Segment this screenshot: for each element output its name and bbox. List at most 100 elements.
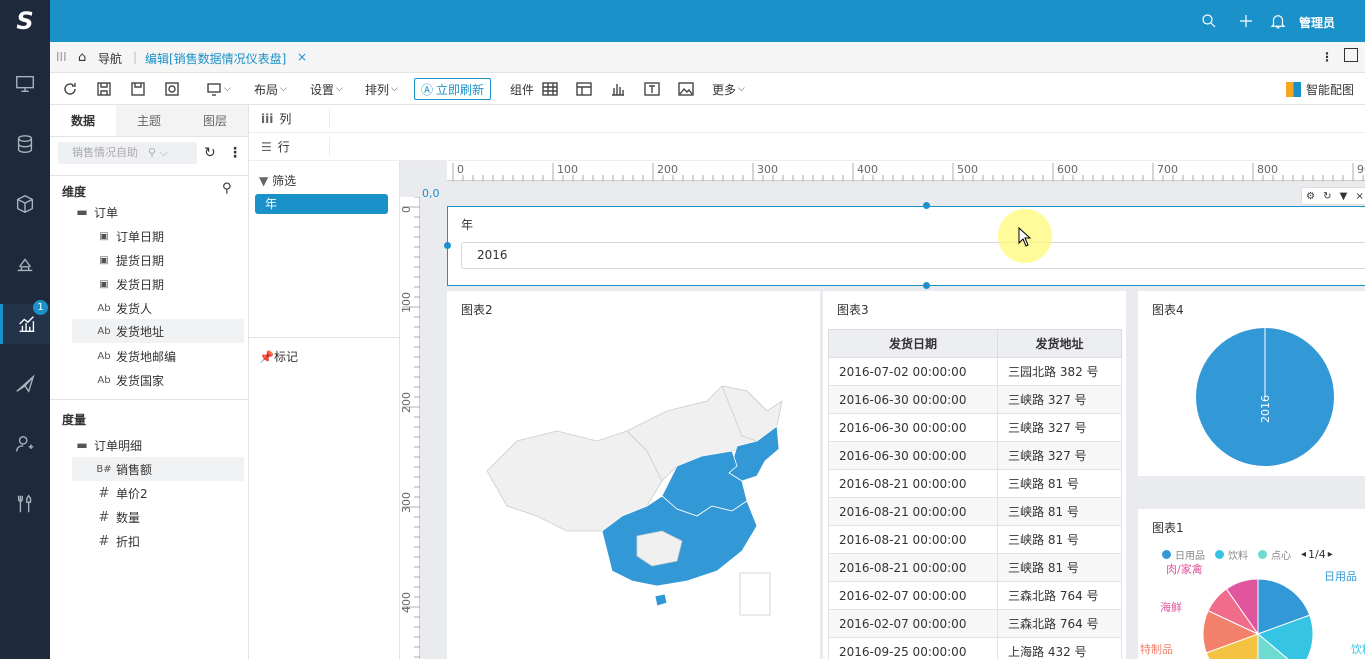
more-menu[interactable]: 更多 ⌵ bbox=[712, 79, 745, 99]
close-small-icon[interactable]: × bbox=[1356, 191, 1364, 202]
table-row[interactable]: 2016-06-30 00:00:00 三峡路 327 号 bbox=[827, 385, 1122, 414]
table-row[interactable]: 2016-08-21 00:00:00 三峡路 81 号 bbox=[827, 525, 1122, 554]
cube-icon[interactable] bbox=[0, 184, 50, 224]
bell-icon[interactable] bbox=[1269, 12, 1287, 30]
database-icon[interactable] bbox=[0, 124, 50, 164]
device-dropdown[interactable]: ⌵ bbox=[206, 79, 231, 99]
measure-field-icon: # bbox=[98, 533, 110, 549]
field-discount[interactable]: # 折扣 bbox=[72, 530, 244, 552]
monitor-icon[interactable] bbox=[0, 64, 50, 104]
table-row[interactable]: 2016-09-25 00:00:00 上海路 432 号 bbox=[827, 637, 1122, 659]
settings-menu[interactable]: 设置 ⌵ bbox=[310, 79, 343, 99]
table-icon[interactable] bbox=[542, 79, 558, 99]
table-row[interactable]: 2016-08-21 00:00:00 三峡路 81 号 bbox=[827, 497, 1122, 526]
tab-editor[interactable]: 编辑[销售数据情况仪表盘] bbox=[145, 50, 286, 67]
filter-chip-year[interactable]: 年 bbox=[255, 194, 388, 214]
field-ship-date[interactable]: ▣ 发货日期 bbox=[72, 273, 244, 295]
table-row[interactable]: 2016-06-30 00:00:00 三峡路 327 号 bbox=[827, 413, 1122, 442]
resize-handle[interactable] bbox=[923, 202, 930, 209]
table-row[interactable]: 2016-08-21 00:00:00 三峡路 81 号 bbox=[827, 553, 1122, 582]
sync-icon[interactable]: ↻ bbox=[204, 145, 216, 161]
field-label: 发货地邮编 bbox=[116, 349, 177, 364]
layout-menu[interactable]: 布局 ⌵ bbox=[254, 79, 287, 99]
field-ship-zip[interactable]: Ab 发货地邮编 bbox=[72, 345, 244, 367]
table-row[interactable]: 2016-08-21 00:00:00 三峡路 81 号 bbox=[827, 469, 1122, 498]
smart-chart-button[interactable]: 智能配图 bbox=[1286, 79, 1354, 99]
home-icon[interactable]: ⌂ bbox=[78, 50, 86, 65]
cell-ship-date: 2016-06-30 00:00:00 bbox=[827, 441, 999, 470]
table-row[interactable]: 2016-02-07 00:00:00 三森北路 764 号 bbox=[827, 609, 1122, 638]
kebab-icon[interactable]: ⋮ bbox=[228, 145, 242, 161]
refresh-now-button[interactable]: Ⓐ 立即刷新 bbox=[414, 78, 492, 100]
chart4-pie[interactable]: 图表4 2016 bbox=[1138, 291, 1365, 476]
chart3-table[interactable]: 图表3 发货日期 发货地址 2016-07-02 00:00:00 三园北路 38… bbox=[823, 291, 1126, 659]
refresh-icon[interactable] bbox=[62, 79, 78, 99]
column-header-ship-date[interactable]: 发货日期 bbox=[827, 329, 999, 358]
refresh-small-icon[interactable]: ↻ bbox=[1323, 191, 1331, 202]
field-unit-price[interactable]: # 单价2 bbox=[72, 482, 244, 504]
folder-order-detail[interactable]: ▬ 订单明细 bbox=[72, 434, 244, 456]
resize-handle[interactable] bbox=[923, 282, 930, 289]
more-vertical-icon[interactable]: ⋮ bbox=[1321, 50, 1333, 64]
rows-shelf[interactable]: ☰ 行 bbox=[249, 133, 1365, 161]
save-icon[interactable] bbox=[96, 79, 112, 99]
resize-handle[interactable] bbox=[444, 242, 451, 249]
crosstab-icon[interactable] bbox=[576, 79, 592, 99]
chart1-pie[interactable]: 图表1 日用品 饮料 点心 ◂1/4▸ 肉/家禽 海鲜 特制品 日用品 饮料 bbox=[1138, 509, 1365, 659]
save-as-icon[interactable] bbox=[130, 79, 146, 99]
menu-toggle-icon[interactable]: III bbox=[56, 50, 67, 64]
user-settings-icon[interactable] bbox=[0, 424, 50, 464]
divider bbox=[50, 175, 248, 176]
user-menu[interactable]: 管理员 bbox=[1299, 14, 1335, 31]
field-ship-country[interactable]: Ab 发货国家 bbox=[72, 369, 244, 391]
field-pickup-date[interactable]: ▣ 提货日期 bbox=[72, 249, 244, 271]
ruler-origin: 0,0 bbox=[422, 187, 440, 200]
table-row[interactable]: 2016-02-07 00:00:00 三森北路 764 号 bbox=[827, 581, 1122, 610]
maximize-icon[interactable] bbox=[1344, 48, 1358, 62]
folder-order[interactable]: ▬ 订单 bbox=[72, 201, 244, 223]
refresh-circle-icon: Ⓐ bbox=[421, 82, 434, 97]
date-field-icon: ▣ bbox=[99, 278, 109, 290]
search-icon[interactable] bbox=[1200, 12, 1218, 30]
app-logo[interactable]: S bbox=[0, 0, 50, 42]
field-label: 发货人 bbox=[116, 301, 153, 316]
tab-layers[interactable]: 图层 bbox=[182, 105, 248, 136]
field-ship-address[interactable]: Ab 发货地址 bbox=[72, 319, 244, 343]
tab-theme[interactable]: 主题 bbox=[116, 105, 182, 136]
tools-icon[interactable] bbox=[0, 484, 50, 524]
tab-nav[interactable]: 导航 bbox=[98, 50, 122, 67]
dropdown-small-icon[interactable]: ▼ bbox=[1340, 191, 1348, 202]
tab-close-icon[interactable]: × bbox=[297, 50, 307, 64]
field-sales[interactable]: B# 销售额 bbox=[72, 457, 244, 481]
analysis-icon[interactable] bbox=[0, 244, 50, 284]
settings-small-icon[interactable]: ⚙ bbox=[1306, 191, 1315, 202]
cell-ship-date: 2016-07-02 00:00:00 bbox=[827, 357, 999, 386]
columns-icon: iii bbox=[261, 111, 274, 126]
field-order-date[interactable]: ▣ 订单日期 bbox=[72, 225, 244, 247]
columns-shelf[interactable]: iii 列 bbox=[249, 105, 1365, 133]
text-box-icon[interactable] bbox=[644, 79, 660, 99]
dashboard-canvas[interactable]: 0,0 0 100 200 300 400 500 600 700 800 90 0 100 200 3… bbox=[400, 161, 1365, 659]
plus-icon[interactable] bbox=[1237, 12, 1255, 30]
ruler-label: 100 bbox=[557, 163, 578, 176]
column-header-ship-address[interactable]: 发货地址 bbox=[997, 329, 1122, 358]
bar-chart-icon[interactable] bbox=[610, 79, 626, 99]
component-mini-toolbar[interactable]: ⚙ ↻ ▼ × bbox=[1301, 187, 1365, 205]
map-region-hainan bbox=[654, 593, 668, 607]
send-icon[interactable] bbox=[0, 364, 50, 404]
image-icon[interactable] bbox=[678, 79, 694, 99]
pin-icon: 📌 bbox=[259, 350, 274, 364]
field-quantity[interactable]: # 数量 bbox=[72, 506, 244, 528]
divider bbox=[249, 337, 399, 338]
more-label: 更多 bbox=[712, 82, 737, 97]
arrange-menu[interactable]: 排列 ⌵ bbox=[365, 79, 398, 99]
table-row[interactable]: 2016-07-02 00:00:00 三园北路 382 号 bbox=[827, 357, 1122, 386]
dataset-select[interactable]: 销售情况自助 ⚲ ⌵ bbox=[58, 142, 197, 164]
chart2-map[interactable]: 图表2 bbox=[447, 291, 820, 659]
field-shipper[interactable]: Ab 发货人 bbox=[72, 297, 244, 319]
preview-icon[interactable] bbox=[164, 79, 180, 99]
cell-ship-date: 2016-08-21 00:00:00 bbox=[827, 525, 999, 554]
table-row[interactable]: 2016-06-30 00:00:00 三峡路 327 号 bbox=[827, 441, 1122, 470]
tab-data[interactable]: 数据 bbox=[50, 105, 116, 136]
field-search-icon[interactable]: ⚲ bbox=[222, 181, 232, 196]
